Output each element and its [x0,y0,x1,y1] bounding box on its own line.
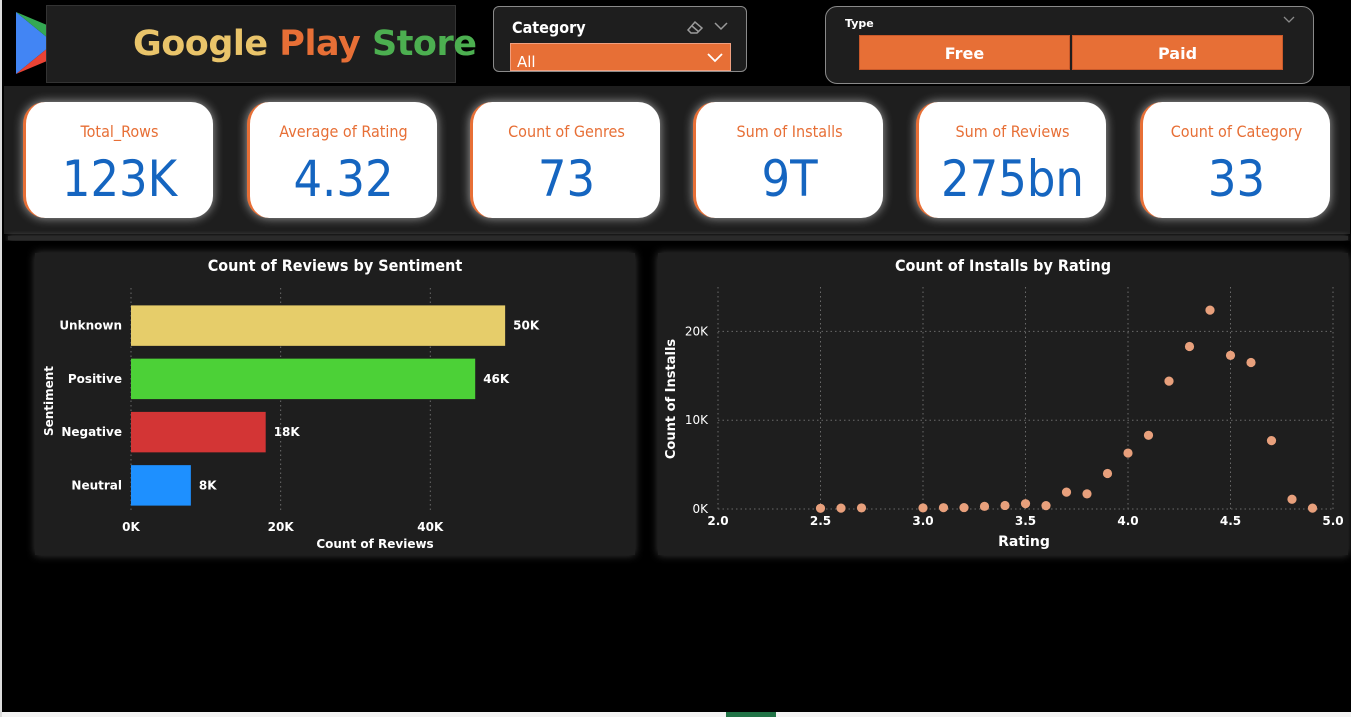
scatter-point[interactable] [1287,494,1297,504]
scatter-point[interactable] [1143,430,1154,440]
x-axis-title: Rating [998,534,1050,550]
active-sheet-indicator [726,712,776,717]
kpi-value: 9T [761,150,818,208]
category-slicer[interactable]: Category All [493,6,747,72]
scatter-point[interactable] [1041,501,1051,511]
category-slicer-title: Category [512,18,586,37]
y-tick-label: 20K [685,324,709,338]
scatter-point[interactable] [1123,448,1133,458]
kpi-value: 275bn [941,150,1084,208]
kpi-value: 4.32 [293,150,394,208]
kpi-label: Total_Rows [80,122,159,141]
kpi-label: Count of Genres [508,122,625,141]
kpi-card-average-rating: Average of Rating 4.32 [247,102,437,218]
scatter-point[interactable] [1000,500,1010,511]
section-divider [8,236,1348,240]
x-tick-label: 20K [268,520,295,534]
scatter-point[interactable] [1246,357,1256,368]
type-slicer-title: Type [845,17,874,30]
scatter-point[interactable] [1061,487,1072,497]
kpi-band: Total_Rows 123K Average of Rating 4.32 C… [4,86,1350,234]
category-label: Negative [61,425,122,439]
scatter-point[interactable] [1164,376,1174,386]
category-label: Positive [68,372,122,386]
kpi-value: 33 [1207,150,1266,208]
x-tick-label: 0K [122,520,140,534]
scatter-point[interactable] [815,503,826,513]
kpi-card-sum-reviews: Sum of Reviews 275bn [916,102,1106,218]
chevron-down-icon[interactable] [1283,16,1295,24]
category-label: Neutral [71,478,122,492]
y-tick-label: 0K [692,502,709,516]
scatter-point[interactable] [1184,341,1195,352]
bar-neutral[interactable] [131,465,191,506]
eraser-icon[interactable] [686,19,706,35]
brand-title: Google Play Store [133,24,477,64]
brand-word-google: Google [133,24,268,64]
x-tick-label: 3.0 [912,514,933,528]
x-tick-label: 2.5 [810,514,831,528]
category-dropdown[interactable]: All [510,43,731,71]
x-tick-label: 5.0 [1322,514,1343,528]
scatter-point[interactable] [1102,468,1113,479]
brand-word-store: Store [360,24,477,64]
kpi-card-sum-installs: Sum of Installs 9T [693,102,883,218]
scatter-point[interactable] [1307,503,1318,513]
bar-positive[interactable] [131,358,476,400]
bar-negative[interactable] [131,411,266,453]
scatter-point[interactable] [938,503,949,513]
dashboard-canvas: Google Play Store Category All Type Free… [0,0,1351,717]
sentiment-bar-chart[interactable]: 0K 20K 40K Unknown 50K Positive 46K Negative 18K… [35,253,635,555]
installs-scatter-chart-panel[interactable]: Count of Installs by Rating 2.0 2.5 3.0 3.5… [658,253,1348,555]
scatter-point[interactable] [856,503,867,513]
y-axis-title: Count of Installs [664,339,679,460]
scatter-point[interactable] [1205,305,1215,315]
data-label: 46K [483,372,510,386]
kpi-label: Sum of Reviews [955,122,1070,141]
data-label: 18K [274,425,301,439]
bottom-tab-strip [2,712,1351,717]
brand-word-play: Play [267,24,361,64]
x-tick-label: 4.0 [1117,514,1138,528]
kpi-card-count-category: Count of Category 33 [1140,102,1330,218]
scatter-point[interactable] [1082,489,1092,499]
data-label: 50K [513,319,540,333]
installs-scatter-chart[interactable]: 2.0 2.5 3.0 3.5 4.0 4.5 5.0 0K 10K 20K Count of I… [658,253,1348,555]
type-paid-button[interactable]: Paid [1072,35,1283,70]
chart-title: Count of Installs by Rating [894,256,1112,275]
scatter-point[interactable] [979,501,990,511]
sentiment-bar-chart-panel[interactable]: Count of Reviews by Sentiment 0K 20K 40K Un… [35,253,635,555]
x-tick-label: 4.5 [1220,514,1241,528]
x-tick-label: 3.5 [1015,514,1036,528]
kpi-label: Average of Rating [279,122,408,141]
scatter-point[interactable] [1225,350,1236,360]
chart-title: Count of Reviews by Sentiment [207,256,463,275]
category-label: Unknown [59,319,122,333]
kpi-label: Sum of Installs [736,122,843,141]
bar-unknown[interactable] [131,305,506,346]
kpi-card-count-genres: Count of Genres 73 [470,102,660,218]
y-tick-label: 10K [685,413,709,427]
kpi-card-total-rows: Total_Rows 123K [23,102,213,218]
kpi-value: 123K [61,150,178,208]
brand-panel: Google Play Store [46,5,477,83]
kpi-value: 73 [537,150,596,208]
scatter-point[interactable] [1266,436,1277,446]
x-tick-label: 2.0 [707,514,728,528]
type-slicer[interactable]: Type Free Paid [825,6,1314,84]
x-tick-label: 40K [417,520,444,534]
scatter-point[interactable] [959,502,969,513]
chevron-down-icon[interactable] [714,21,728,31]
data-label: 8K [199,478,217,492]
kpi-label: Count of Category [1170,122,1303,141]
category-dropdown-value: All [517,53,536,71]
type-free-button[interactable]: Free [859,35,1070,70]
dropdown-chevron-icon [707,53,723,63]
y-axis-title: Sentiment [42,366,56,436]
x-axis-title: Count of Reviews [316,537,433,551]
scatter-point[interactable] [1020,499,1031,509]
scatter-point[interactable] [918,503,928,513]
scatter-point[interactable] [836,503,846,513]
